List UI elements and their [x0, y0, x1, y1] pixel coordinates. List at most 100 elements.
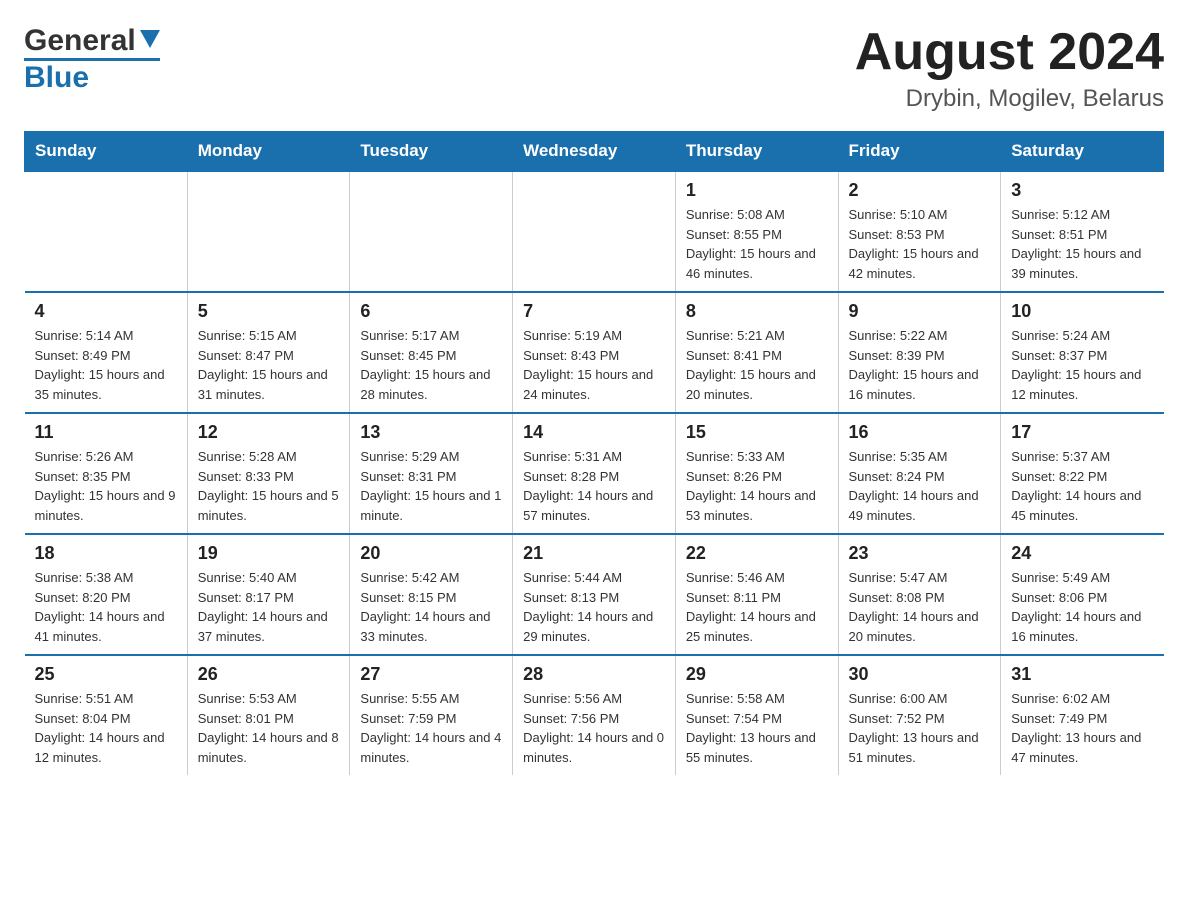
day-number: 17: [1011, 422, 1153, 443]
logo-blue-text: Blue: [24, 61, 89, 95]
day-number: 16: [849, 422, 991, 443]
day-sun-info: Sunrise: 5:17 AM Sunset: 8:45 PM Dayligh…: [360, 326, 502, 404]
page-header: General Blue August 2024 Drybin, Mogilev…: [24, 24, 1164, 113]
day-sun-info: Sunrise: 5:12 AM Sunset: 8:51 PM Dayligh…: [1011, 205, 1153, 283]
day-number: 23: [849, 543, 991, 564]
day-sun-info: Sunrise: 5:42 AM Sunset: 8:15 PM Dayligh…: [360, 568, 502, 646]
calendar-week-row: 4 Sunrise: 5:14 AM Sunset: 8:49 PM Daylig…: [25, 292, 1164, 413]
day-sun-info: Sunrise: 5:49 AM Sunset: 8:06 PM Dayligh…: [1011, 568, 1153, 646]
day-number: 12: [198, 422, 340, 443]
day-of-week-header: Monday: [187, 132, 350, 172]
day-sun-info: Sunrise: 5:14 AM Sunset: 8:49 PM Dayligh…: [35, 326, 177, 404]
calendar-day-cell: 28 Sunrise: 5:56 AM Sunset: 7:56 PM Dayli…: [513, 655, 676, 775]
day-of-week-header: Tuesday: [350, 132, 513, 172]
day-sun-info: Sunrise: 5:47 AM Sunset: 8:08 PM Dayligh…: [849, 568, 991, 646]
day-number: 1: [686, 180, 828, 201]
day-sun-info: Sunrise: 5:19 AM Sunset: 8:43 PM Dayligh…: [523, 326, 665, 404]
day-sun-info: Sunrise: 5:58 AM Sunset: 7:54 PM Dayligh…: [686, 689, 828, 767]
day-number: 30: [849, 664, 991, 685]
calendar-day-cell: 30 Sunrise: 6:00 AM Sunset: 7:52 PM Dayli…: [838, 655, 1001, 775]
calendar-day-cell: 20 Sunrise: 5:42 AM Sunset: 8:15 PM Dayli…: [350, 534, 513, 655]
calendar-table: SundayMondayTuesdayWednesdayThursdayFrid…: [24, 131, 1164, 775]
day-of-week-header: Wednesday: [513, 132, 676, 172]
day-number: 21: [523, 543, 665, 564]
day-sun-info: Sunrise: 5:29 AM Sunset: 8:31 PM Dayligh…: [360, 447, 502, 525]
calendar-day-cell: 23 Sunrise: 5:47 AM Sunset: 8:08 PM Dayli…: [838, 534, 1001, 655]
calendar-day-cell: 24 Sunrise: 5:49 AM Sunset: 8:06 PM Dayli…: [1001, 534, 1164, 655]
day-number: 10: [1011, 301, 1153, 322]
day-sun-info: Sunrise: 5:44 AM Sunset: 8:13 PM Dayligh…: [523, 568, 665, 646]
day-sun-info: Sunrise: 5:26 AM Sunset: 8:35 PM Dayligh…: [35, 447, 177, 525]
calendar-day-cell: 6 Sunrise: 5:17 AM Sunset: 8:45 PM Daylig…: [350, 292, 513, 413]
day-number: 20: [360, 543, 502, 564]
day-sun-info: Sunrise: 5:51 AM Sunset: 8:04 PM Dayligh…: [35, 689, 177, 767]
calendar-day-cell: 26Sunrise: 5:53 AM Sunset: 8:01 PM Dayli…: [187, 655, 350, 775]
day-number: 14: [523, 422, 665, 443]
calendar-day-cell: 15Sunrise: 5:33 AM Sunset: 8:26 PM Dayli…: [675, 413, 838, 534]
calendar-day-cell: 18 Sunrise: 5:38 AM Sunset: 8:20 PM Dayli…: [25, 534, 188, 655]
day-sun-info: Sunrise: 5:56 AM Sunset: 7:56 PM Dayligh…: [523, 689, 665, 767]
day-sun-info: Sunrise: 6:00 AM Sunset: 7:52 PM Dayligh…: [849, 689, 991, 767]
day-number: 28: [523, 664, 665, 685]
calendar-day-cell: 13 Sunrise: 5:29 AM Sunset: 8:31 PM Dayli…: [350, 413, 513, 534]
day-sun-info: Sunrise: 5:37 AM Sunset: 8:22 PM Dayligh…: [1011, 447, 1153, 525]
day-number: 2: [849, 180, 991, 201]
day-number: 13: [360, 422, 502, 443]
calendar-day-cell: 11 Sunrise: 5:26 AM Sunset: 8:35 PM Dayli…: [25, 413, 188, 534]
calendar-day-cell: 29 Sunrise: 5:58 AM Sunset: 7:54 PM Dayli…: [675, 655, 838, 775]
day-sun-info: Sunrise: 5:46 AM Sunset: 8:11 PM Dayligh…: [686, 568, 828, 646]
day-number: 9: [849, 301, 991, 322]
calendar-header-row: SundayMondayTuesdayWednesdayThursdayFrid…: [25, 132, 1164, 172]
calendar-week-row: 25 Sunrise: 5:51 AM Sunset: 8:04 PM Dayli…: [25, 655, 1164, 775]
day-number: 29: [686, 664, 828, 685]
calendar-week-row: 18 Sunrise: 5:38 AM Sunset: 8:20 PM Dayli…: [25, 534, 1164, 655]
day-number: 4: [35, 301, 177, 322]
day-of-week-header: Saturday: [1001, 132, 1164, 172]
calendar-week-row: 1 Sunrise: 5:08 AM Sunset: 8:55 PM Daylig…: [25, 171, 1164, 292]
day-number: 18: [35, 543, 177, 564]
calendar-day-cell: 9 Sunrise: 5:22 AM Sunset: 8:39 PM Daylig…: [838, 292, 1001, 413]
day-number: 7: [523, 301, 665, 322]
calendar-day-cell: 1 Sunrise: 5:08 AM Sunset: 8:55 PM Daylig…: [675, 171, 838, 292]
calendar-day-cell: 16 Sunrise: 5:35 AM Sunset: 8:24 PM Dayli…: [838, 413, 1001, 534]
calendar-day-cell: 5Sunrise: 5:15 AM Sunset: 8:47 PM Daylig…: [187, 292, 350, 413]
day-of-week-header: Thursday: [675, 132, 838, 172]
calendar-day-cell: 27Sunrise: 5:55 AM Sunset: 7:59 PM Dayli…: [350, 655, 513, 775]
day-sun-info: Sunrise: 6:02 AM Sunset: 7:49 PM Dayligh…: [1011, 689, 1153, 767]
calendar-day-cell: [350, 171, 513, 292]
day-sun-info: Sunrise: 5:31 AM Sunset: 8:28 PM Dayligh…: [523, 447, 665, 525]
day-sun-info: Sunrise: 5:40 AM Sunset: 8:17 PM Dayligh…: [198, 568, 340, 646]
day-number: 24: [1011, 543, 1153, 564]
day-sun-info: Sunrise: 5:35 AM Sunset: 8:24 PM Dayligh…: [849, 447, 991, 525]
day-of-week-header: Friday: [838, 132, 1001, 172]
calendar-day-cell: 22Sunrise: 5:46 AM Sunset: 8:11 PM Dayli…: [675, 534, 838, 655]
day-sun-info: Sunrise: 5:22 AM Sunset: 8:39 PM Dayligh…: [849, 326, 991, 404]
calendar-day-cell: [187, 171, 350, 292]
day-number: 15: [686, 422, 828, 443]
logo: General Blue: [24, 24, 160, 95]
month-title: August 2024: [855, 24, 1164, 81]
day-sun-info: Sunrise: 5:10 AM Sunset: 8:53 PM Dayligh…: [849, 205, 991, 283]
calendar-day-cell: 2 Sunrise: 5:10 AM Sunset: 8:53 PM Daylig…: [838, 171, 1001, 292]
day-sun-info: Sunrise: 5:28 AM Sunset: 8:33 PM Dayligh…: [198, 447, 340, 525]
calendar-day-cell: [25, 171, 188, 292]
calendar-day-cell: 25 Sunrise: 5:51 AM Sunset: 8:04 PM Dayli…: [25, 655, 188, 775]
day-sun-info: Sunrise: 5:55 AM Sunset: 7:59 PM Dayligh…: [360, 689, 502, 767]
day-number: 11: [35, 422, 177, 443]
title-block: August 2024 Drybin, Mogilev, Belarus: [855, 24, 1164, 113]
calendar-day-cell: 19 Sunrise: 5:40 AM Sunset: 8:17 PM Dayli…: [187, 534, 350, 655]
day-sun-info: Sunrise: 5:38 AM Sunset: 8:20 PM Dayligh…: [35, 568, 177, 646]
calendar-day-cell: 17 Sunrise: 5:37 AM Sunset: 8:22 PM Dayli…: [1001, 413, 1164, 534]
day-of-week-header: Sunday: [25, 132, 188, 172]
calendar-day-cell: 31Sunrise: 6:02 AM Sunset: 7:49 PM Dayli…: [1001, 655, 1164, 775]
day-number: 25: [35, 664, 177, 685]
calendar-day-cell: 8 Sunrise: 5:21 AM Sunset: 8:41 PM Daylig…: [675, 292, 838, 413]
day-sun-info: Sunrise: 5:24 AM Sunset: 8:37 PM Dayligh…: [1011, 326, 1153, 404]
day-sun-info: Sunrise: 5:21 AM Sunset: 8:41 PM Dayligh…: [686, 326, 828, 404]
day-number: 6: [360, 301, 502, 322]
day-sun-info: Sunrise: 5:08 AM Sunset: 8:55 PM Dayligh…: [686, 205, 828, 283]
day-sun-info: Sunrise: 5:53 AM Sunset: 8:01 PM Dayligh…: [198, 689, 340, 767]
calendar-day-cell: 14 Sunrise: 5:31 AM Sunset: 8:28 PM Dayli…: [513, 413, 676, 534]
day-number: 8: [686, 301, 828, 322]
day-number: 19: [198, 543, 340, 564]
